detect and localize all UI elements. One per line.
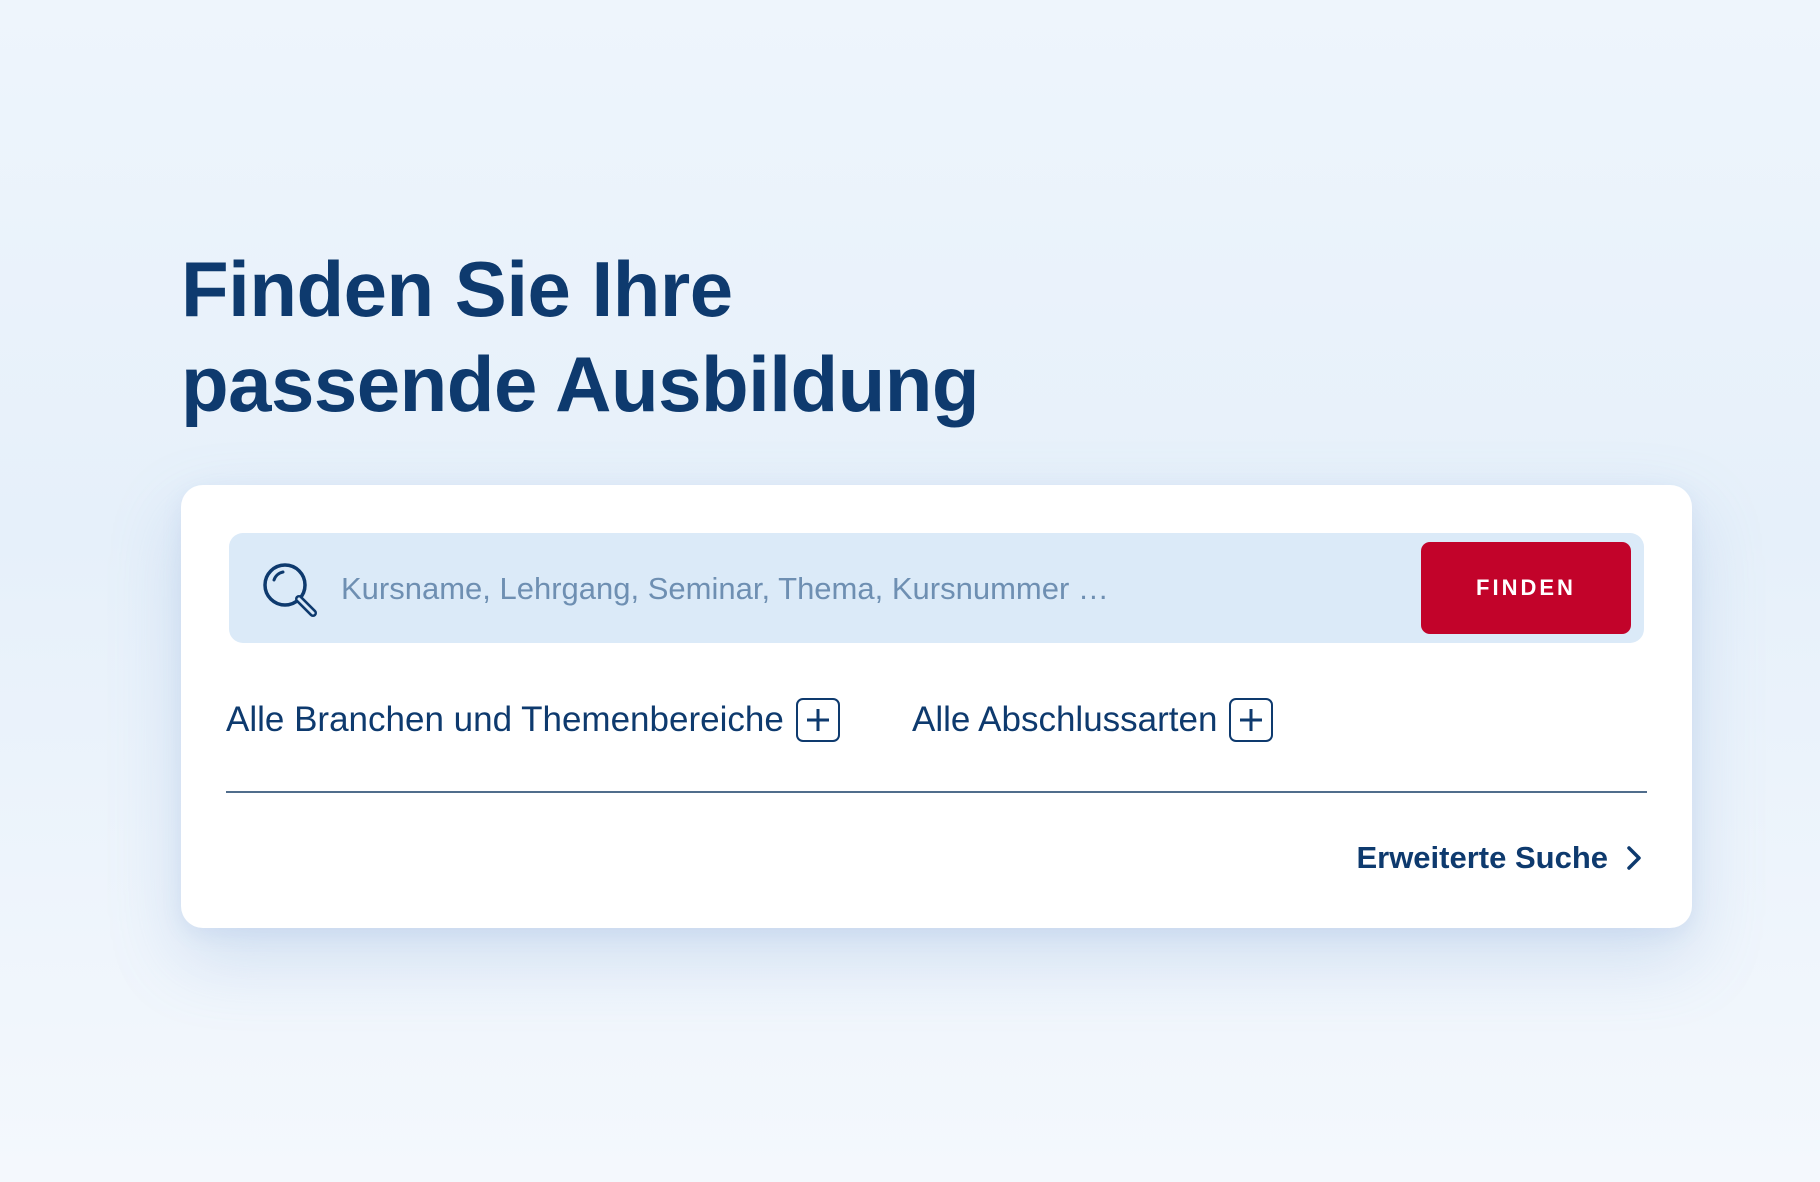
search-icon bbox=[263, 563, 317, 617]
filter-degree-types[interactable]: Alle Abschlussarten bbox=[912, 695, 1274, 745]
advanced-search-label: Erweiterte Suche bbox=[1356, 840, 1608, 875]
page-title: Finden Sie Ihre passende Ausbildung bbox=[181, 242, 980, 432]
chevron-right-icon bbox=[1627, 846, 1641, 870]
search-input[interactable] bbox=[341, 559, 1381, 619]
plus-icon[interactable] bbox=[795, 698, 840, 742]
page-title-line-2: passende Ausbildung bbox=[181, 340, 980, 428]
advanced-search-link[interactable]: Erweiterte Suche bbox=[1356, 833, 1644, 883]
find-button[interactable]: FINDEN bbox=[1421, 542, 1631, 634]
filter-industries-topics-label: Alle Branchen und Themenbereiche bbox=[226, 700, 784, 739]
page-title-line-1: Finden Sie Ihre bbox=[181, 245, 733, 333]
filter-industries-topics[interactable]: Alle Branchen und Themenbereiche bbox=[226, 695, 840, 745]
plus-icon[interactable] bbox=[1229, 698, 1274, 742]
search-card: FINDEN Alle Branchen und Themenbereiche … bbox=[181, 485, 1692, 928]
filter-degree-types-label: Alle Abschlussarten bbox=[912, 700, 1218, 739]
divider bbox=[226, 791, 1647, 793]
